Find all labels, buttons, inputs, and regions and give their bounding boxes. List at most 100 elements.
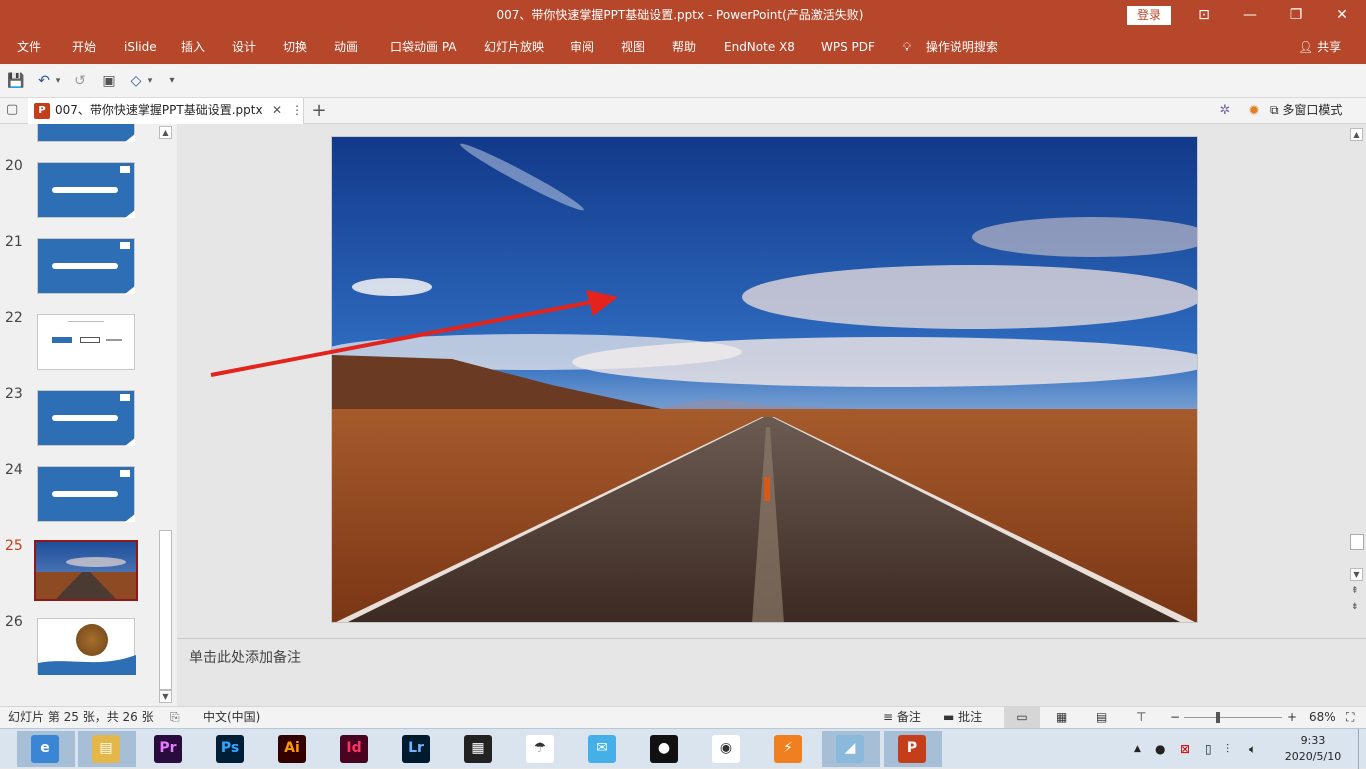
scroll-down-icon[interactable]: ▼: [159, 690, 172, 703]
tray-expand-icon[interactable]: ▲: [1134, 729, 1141, 769]
tray-network-warning-icon[interactable]: ⊠: [1180, 729, 1190, 769]
tab-file[interactable]: 文件: [17, 32, 41, 64]
slideshow-icon[interactable]: ⊤: [1136, 707, 1146, 728]
taskbar-app-premiere[interactable]: Pr: [140, 731, 198, 767]
zoom-slider[interactable]: [1184, 712, 1282, 723]
slide-thumbnail[interactable]: [37, 124, 135, 142]
tab-menu-icon[interactable]: ⋮: [291, 98, 303, 123]
previous-slide-icon[interactable]: ⇞: [1351, 586, 1359, 596]
tell-me-search[interactable]: 💡︎ 操作说明搜索: [900, 32, 998, 64]
tab-transitions[interactable]: 切换: [283, 32, 307, 64]
spellcheck-icon[interactable]: ⎘: [170, 707, 180, 728]
multi-window-button[interactable]: ⧉ 多窗口模式: [1270, 98, 1342, 123]
zoom-out-button[interactable]: −: [1170, 707, 1180, 728]
normal-view-icon[interactable]: ▭: [1004, 707, 1040, 728]
fit-to-window-icon[interactable]: ⛶: [1346, 707, 1354, 728]
ribbon-display-options-icon[interactable]: ⊡: [1181, 0, 1227, 32]
taskbar-app-chrome[interactable]: ◉: [698, 731, 756, 767]
taskbar-app-qq[interactable]: ●: [636, 731, 694, 767]
slide-thumbnail[interactable]: [37, 314, 135, 370]
zoom-level[interactable]: 68%: [1309, 707, 1336, 728]
slide-canvas[interactable]: [331, 136, 1198, 623]
slide-thumbnail[interactable]: [37, 238, 135, 294]
close-icon[interactable]: ✕: [1319, 0, 1365, 32]
shape-icon[interactable]: ◇: [126, 71, 146, 91]
tray-signal-icon[interactable]: ⫶: [1226, 729, 1229, 769]
tray-volume-icon[interactable]: 🔈︎: [1249, 729, 1256, 769]
tab-wps-pdf[interactable]: WPS PDF: [821, 32, 875, 64]
tray-clock[interactable]: 9:33 2020/5/10: [1280, 733, 1346, 765]
scrollbar-thumb[interactable]: [1350, 534, 1364, 550]
add-tab-icon[interactable]: +: [310, 98, 328, 123]
scroll-up-icon[interactable]: ▲: [159, 126, 172, 139]
document-list-icon[interactable]: ▢: [6, 102, 22, 118]
tab-pocket-animation[interactable]: 口袋动画 PA: [390, 32, 457, 64]
comments-button[interactable]: ▬ 批注: [943, 707, 982, 728]
slide-number: 20: [5, 158, 23, 174]
share-button[interactable]: 👤︎ 共享: [1298, 32, 1341, 64]
slide-thumbnail[interactable]: [37, 390, 135, 446]
taskbar-app-browser-360[interactable]: e: [17, 731, 75, 767]
taskbar-app-lightroom[interactable]: Lr: [388, 731, 446, 767]
taskbar-app-thunder[interactable]: ⚡: [760, 731, 818, 767]
slide-number: 24: [5, 462, 23, 478]
repeat-icon[interactable]: ↺: [70, 71, 90, 91]
save-icon[interactable]: 💾: [6, 71, 26, 91]
slide-scrollbar[interactable]: ▲ ▼ ⇞ ⇟: [1348, 124, 1366, 638]
scroll-up-icon[interactable]: ▲: [1350, 128, 1363, 141]
file-explorer-icon: ▤: [92, 735, 120, 763]
tab-review[interactable]: 审阅: [570, 32, 594, 64]
selected-slide-thumbnail[interactable]: [34, 540, 138, 601]
present-icon[interactable]: ▣: [99, 71, 119, 91]
thumbnail-scrollbar[interactable]: ▲ ▼: [157, 124, 174, 706]
browser-360-icon: e: [31, 735, 59, 763]
slide-thumbnail[interactable]: [37, 618, 136, 675]
taskbar-app-photoshop[interactable]: Ps: [202, 731, 260, 767]
tab-endnote[interactable]: EndNote X8: [724, 32, 795, 64]
zoom-slider-knob[interactable]: [1216, 712, 1220, 723]
magic-icon[interactable]: ✲: [1215, 102, 1235, 120]
taskbar-app-indesign[interactable]: Id: [326, 731, 384, 767]
taskbar-app-umbrella-app[interactable]: ☂: [512, 731, 570, 767]
close-tab-icon[interactable]: ✕: [272, 98, 282, 123]
customize-qat-icon[interactable]: ▾: [162, 71, 182, 91]
notes-pane[interactable]: 单击此处添加备注: [177, 638, 1366, 706]
taskbar-app-notes-app[interactable]: ◢: [822, 731, 880, 767]
document-tab[interactable]: P 007、带你快速掌握PPT基础设置.pptx ✕ ⋮: [28, 98, 304, 124]
tray-battery-icon[interactable]: ▯: [1205, 729, 1212, 769]
taskbar-app-powerpoint[interactable]: P: [884, 731, 942, 767]
tray-qq-icon[interactable]: ●: [1155, 729, 1165, 769]
undo-dropdown-icon[interactable]: ▾: [53, 71, 63, 91]
zoom-in-button[interactable]: +: [1287, 707, 1297, 728]
restore-icon[interactable]: ❐: [1273, 0, 1319, 32]
tab-slideshow[interactable]: 幻灯片放映: [484, 32, 544, 64]
notes-placeholder[interactable]: 单击此处添加备注: [189, 647, 301, 667]
tab-home[interactable]: 开始: [72, 32, 96, 64]
tab-help[interactable]: 帮助: [672, 32, 696, 64]
tab-view[interactable]: 视图: [621, 32, 645, 64]
taskbar-app-file-explorer[interactable]: ▤: [78, 731, 136, 767]
taskbar-app-chat-bird[interactable]: ✉: [574, 731, 632, 767]
language-indicator[interactable]: 中文(中国): [203, 707, 260, 728]
taskbar-app-illustrator[interactable]: Ai: [264, 731, 322, 767]
gear-icon[interactable]: ✹: [1244, 102, 1264, 120]
shape-dropdown-icon[interactable]: ▾: [145, 71, 155, 91]
slide-sorter-icon[interactable]: ▦: [1056, 707, 1067, 728]
taskbar-app-video-editor[interactable]: ▦: [450, 731, 508, 767]
undo-icon[interactable]: ↶: [34, 71, 54, 91]
scroll-down-icon[interactable]: ▼: [1350, 568, 1363, 581]
notes-icon: ≡: [883, 710, 894, 724]
tab-animations[interactable]: 动画: [334, 32, 358, 64]
notes-toggle-button[interactable]: ≡ 备注: [883, 707, 921, 728]
slide-thumbnail[interactable]: [37, 466, 135, 522]
minimize-icon[interactable]: —: [1227, 0, 1273, 32]
tab-islide[interactable]: iSlide: [124, 32, 157, 64]
tab-insert[interactable]: 插入: [181, 32, 205, 64]
slide-thumbnail[interactable]: [37, 162, 135, 218]
login-button[interactable]: 登录: [1127, 6, 1171, 25]
next-slide-icon[interactable]: ⇟: [1351, 602, 1359, 612]
reading-view-icon[interactable]: ▤: [1096, 707, 1107, 728]
scrollbar-thumb[interactable]: [159, 530, 172, 690]
show-desktop-button[interactable]: [1358, 729, 1366, 769]
tab-design[interactable]: 设计: [232, 32, 256, 64]
